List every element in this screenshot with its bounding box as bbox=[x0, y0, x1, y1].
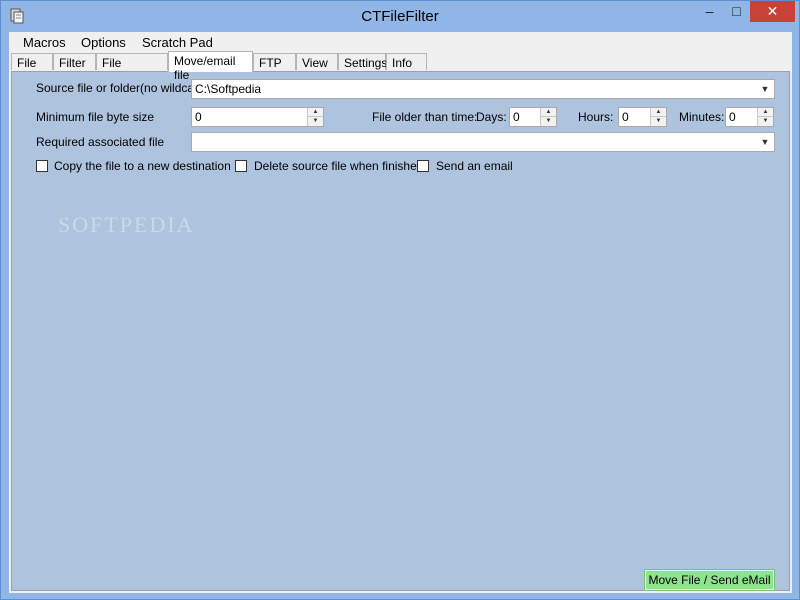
source-label: Source file or folder(no wildcard) bbox=[36, 81, 209, 95]
spin-up-icon[interactable]: ▲ bbox=[758, 108, 773, 117]
client-area: Macros Options Scratch Pad File Filter F… bbox=[9, 32, 792, 593]
minutes-spinner[interactable]: 0 ▲ ▼ bbox=[725, 107, 774, 127]
hours-spinner[interactable]: 0 ▲ ▼ bbox=[618, 107, 667, 127]
menu-bar: Macros Options Scratch Pad bbox=[9, 32, 792, 52]
spin-up-icon[interactable]: ▲ bbox=[541, 108, 556, 117]
hours-value: 0 bbox=[622, 110, 629, 124]
menu-options[interactable]: Options bbox=[81, 35, 126, 50]
chevron-down-icon[interactable]: ▼ bbox=[757, 134, 773, 150]
days-value: 0 bbox=[513, 110, 520, 124]
minutes-label: Minutes: bbox=[679, 110, 725, 124]
maximize-button[interactable]: □ bbox=[723, 1, 750, 22]
copy-checkbox[interactable] bbox=[36, 160, 48, 172]
copy-label[interactable]: Copy the file to a new destination bbox=[54, 159, 231, 173]
delete-label[interactable]: Delete source file when finished bbox=[254, 159, 423, 173]
email-label[interactable]: Send an email bbox=[436, 159, 513, 173]
minimize-button[interactable]: – bbox=[696, 1, 723, 22]
move-email-panel: SOFTPEDIA Source file or folder(no wildc… bbox=[11, 71, 790, 591]
tab-view[interactable]: View bbox=[296, 53, 338, 70]
move-file-send-email-button[interactable]: Move File / Send eMail bbox=[644, 569, 775, 591]
email-checkbox[interactable] bbox=[417, 160, 429, 172]
older-than-label: File older than time: bbox=[372, 110, 478, 124]
softpedia-watermark: SOFTPEDIA bbox=[58, 212, 195, 237]
tab-move-email-file[interactable]: Move/email file bbox=[168, 51, 253, 82]
menu-scratch-pad[interactable]: Scratch Pad bbox=[142, 35, 213, 50]
tab-file[interactable]: File bbox=[11, 53, 53, 70]
days-label: Days: bbox=[476, 110, 507, 124]
tab-info[interactable]: Info bbox=[386, 53, 427, 70]
tab-file-renaming[interactable]: File renaming bbox=[96, 53, 168, 84]
spin-down-icon[interactable]: ▼ bbox=[308, 117, 323, 126]
chevron-down-icon[interactable]: ▼ bbox=[757, 81, 773, 97]
app-window: CTFileFilter – □ ✕ Macros Options Scratc… bbox=[0, 0, 800, 600]
min-size-spinner[interactable]: 0 ▲ ▼ bbox=[191, 107, 324, 127]
spin-up-icon[interactable]: ▲ bbox=[308, 108, 323, 117]
tab-ftp[interactable]: FTP bbox=[253, 53, 296, 70]
assoc-file-combobox[interactable]: ▼ bbox=[191, 132, 775, 152]
delete-checkbox[interactable] bbox=[235, 160, 247, 172]
minutes-value: 0 bbox=[729, 110, 736, 124]
days-spinner[interactable]: 0 ▲ ▼ bbox=[509, 107, 557, 127]
tab-filter[interactable]: Filter bbox=[53, 53, 96, 70]
window-title: CTFileFilter bbox=[361, 8, 439, 25]
spin-up-icon[interactable]: ▲ bbox=[651, 108, 666, 117]
min-size-label: Minimum file byte size bbox=[36, 110, 155, 124]
spin-down-icon[interactable]: ▼ bbox=[541, 117, 556, 126]
title-bar[interactable]: CTFileFilter – □ ✕ bbox=[1, 1, 799, 32]
source-combobox[interactable]: C:\Softpedia ▼ bbox=[191, 79, 775, 99]
tab-settings[interactable]: Settings bbox=[338, 53, 387, 70]
close-button[interactable]: ✕ bbox=[750, 1, 795, 22]
hours-label: Hours: bbox=[578, 110, 614, 124]
tab-strip: File Filter File renaming Move/email fil… bbox=[9, 51, 792, 84]
source-value: C:\Softpedia bbox=[195, 82, 262, 96]
menu-macros[interactable]: Macros bbox=[23, 35, 66, 50]
assoc-file-label: Required associated file bbox=[36, 135, 165, 149]
min-size-value: 0 bbox=[195, 110, 202, 124]
spin-down-icon[interactable]: ▼ bbox=[758, 117, 773, 126]
spin-down-icon[interactable]: ▼ bbox=[651, 117, 666, 126]
